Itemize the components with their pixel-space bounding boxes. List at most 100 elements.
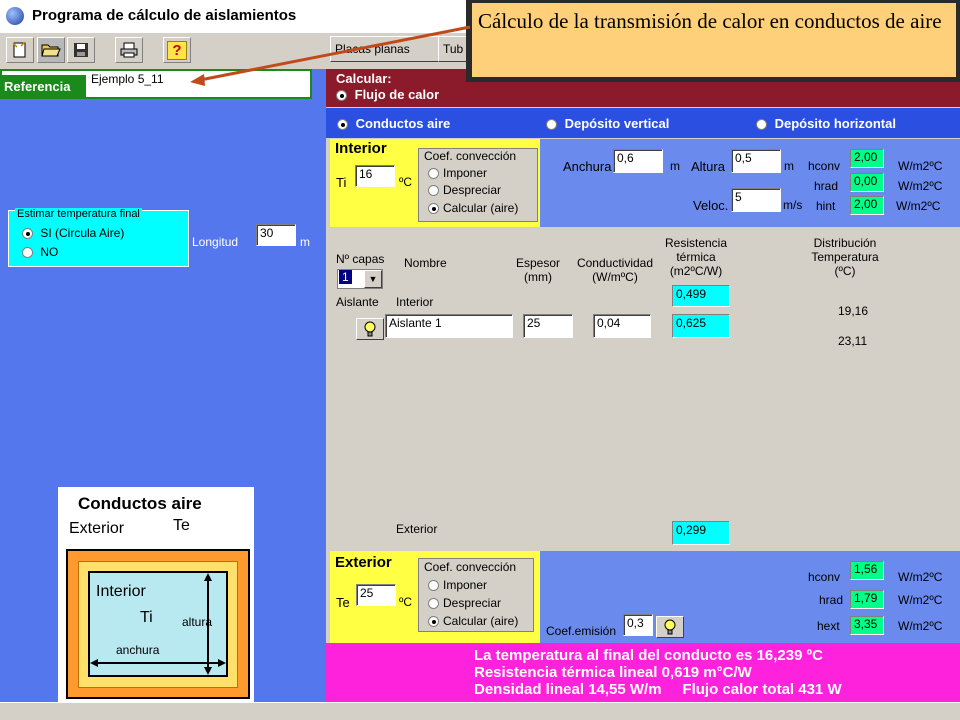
altura-input[interactable]: 0,5 — [731, 149, 781, 173]
layer1-espesor-input[interactable]: 25 — [523, 314, 573, 338]
resistencia-header-line3: (m2ºC/W) — [669, 264, 723, 278]
emision-lookup-button[interactable] — [656, 616, 684, 638]
longitud-input[interactable]: 30 — [256, 224, 296, 246]
interior-hrad-label: hrad — [814, 179, 839, 193]
interior-hconv-unit: W/m2ºC — [898, 159, 943, 173]
chevron-down-icon: ▼ — [364, 270, 382, 288]
help-button[interactable]: ? — [163, 37, 191, 63]
calcular-group: Calcular: Flujo de calor — [330, 71, 456, 105]
layer1-material-button[interactable] — [356, 318, 384, 340]
veloc-unit: m/s — [783, 198, 803, 212]
aislante-label: Aislante — [336, 295, 379, 309]
duct-diagram: Conductos aire Exterior Te Interior Ti a… — [58, 487, 254, 702]
exterior-hext-unit: W/m2ºC — [898, 619, 943, 633]
ncapas-select[interactable]: 1 ▼ — [337, 269, 383, 289]
anchura-input[interactable]: 0,6 — [613, 149, 663, 173]
interior-coef-imponer-radio[interactable]: Imponer — [428, 166, 487, 180]
layer1-conductividad-input[interactable]: 0,04 — [593, 314, 651, 338]
interior-hconv-label: hconv — [808, 159, 841, 173]
print-icon — [120, 42, 138, 58]
distribucion-header: Distribución Temperatura (ºC) — [800, 236, 890, 278]
exterior-coef-despreciar-label: Despreciar — [443, 596, 502, 610]
radio-unselected-icon — [22, 247, 33, 259]
exterior-hrad-unit: W/m2ºC — [898, 593, 943, 607]
new-file-button[interactable] — [6, 37, 34, 63]
lightbulb-icon — [364, 321, 376, 337]
radio-selected-icon — [428, 203, 439, 215]
radio-unselected-icon — [428, 580, 439, 592]
interior-coef-calcular-label: Calcular (aire) — [443, 201, 519, 215]
exterior-coef-despreciar-radio[interactable]: Despreciar — [428, 596, 501, 610]
print-button[interactable] — [115, 37, 143, 63]
app-icon — [6, 7, 24, 25]
radio-selected-icon — [337, 119, 348, 131]
emision-label: Coef.emisión — [546, 624, 617, 638]
veloc-label: Veloc. — [693, 198, 729, 213]
radio-selected-icon — [22, 228, 33, 240]
exterior-coef-calcular-label: Calcular (aire) — [443, 614, 519, 628]
window-title: Programa de cálculo de aislamientos — [32, 7, 297, 24]
interior-row-label: Interior — [396, 295, 434, 309]
save-button[interactable] — [67, 37, 95, 63]
veloc-input[interactable]: 5 — [731, 188, 781, 212]
espesor-header: Espesor (mm) — [512, 256, 564, 284]
estimar-no-radio[interactable]: NO — [22, 245, 58, 259]
exterior-te-input[interactable]: 25 — [356, 584, 396, 606]
radio-selected-icon — [336, 90, 347, 102]
radio-unselected-icon — [428, 185, 439, 197]
interior-ti-input[interactable]: 16 — [355, 165, 395, 187]
exterior-te-unit: ºC — [399, 595, 413, 609]
exterior-hrad-label: hrad — [819, 593, 844, 607]
ncapas-label: Nº capas — [336, 252, 385, 266]
resistencia-exterior-value: 0,299 — [672, 521, 730, 545]
calcular-flujo-radio[interactable]: Flujo de calor — [336, 87, 439, 102]
temp-t1-value: 19,16 — [838, 304, 869, 318]
radio-unselected-icon — [428, 168, 439, 180]
radio-unselected-icon — [756, 119, 767, 131]
conductividad-header-line1: Conductividad — [576, 256, 654, 270]
interior-coef-despreciar-radio[interactable]: Despreciar — [428, 183, 501, 197]
exterior-hconv-unit: W/m2ºC — [898, 570, 943, 584]
interior-hrad-value: 0,00 — [850, 173, 884, 192]
new-file-icon — [12, 41, 26, 58]
calcular-label: Calcular: — [336, 71, 392, 86]
callout-text: Cálculo de la transmisión de calor en co… — [472, 3, 956, 77]
exterior-hconv-value: 1,56 — [850, 561, 884, 580]
layer1-resistencia-value: 0,625 — [672, 314, 730, 338]
conductividad-header-line2: (W/mºC) — [592, 270, 638, 284]
estimar-si-radio[interactable]: SI (Circula Aire) — [22, 226, 124, 240]
geometry-conductos-radio[interactable]: Conductos aire — [337, 116, 450, 131]
distribucion-header-line2: Temperatura — [811, 250, 879, 264]
exterior-hrad-value: 1,79 — [850, 590, 884, 609]
radio-unselected-icon — [546, 119, 557, 131]
ncapas-value: 1 — [339, 270, 352, 284]
espesor-header-line2: (mm) — [524, 270, 552, 284]
exterior-coef-calcular-radio[interactable]: Calcular (aire) — [428, 614, 518, 628]
estimar-no-label: NO — [40, 245, 59, 259]
interior-hrad-unit: W/m2ºC — [898, 179, 943, 193]
longitud-label: Longitud — [192, 235, 239, 249]
emision-input[interactable]: 0,3 — [623, 614, 653, 636]
exterior-coef-title: Coef. convección — [424, 560, 517, 574]
result-temperatura-final: La temperatura al final del conducto es … — [474, 647, 823, 664]
layer1-name-input[interactable]: Aislante 1 — [385, 314, 513, 338]
geometry-vertical-radio[interactable]: Depósito vertical — [546, 116, 669, 131]
interior-coef-imponer-label: Imponer — [443, 166, 488, 180]
resistencia-header-line1: Resistencia — [664, 236, 728, 250]
geometry-horizontal-radio[interactable]: Depósito horizontal — [756, 116, 896, 131]
resistencia-interior-value: 0,499 — [672, 285, 730, 307]
referencia-input[interactable]: Ejemplo 5_11 — [88, 71, 306, 94]
radio-selected-icon — [428, 616, 439, 628]
exterior-hconv-label: hconv — [808, 570, 841, 584]
exterior-title: Exterior — [335, 554, 392, 571]
resistencia-header-line2: térmica — [676, 250, 716, 264]
open-button[interactable] — [37, 37, 65, 63]
altura-label: Altura — [691, 159, 725, 174]
interior-ti-unit: ºC — [399, 175, 413, 189]
estimar-title: Estimar temperatura final — [15, 208, 142, 220]
interior-coef-calcular-radio[interactable]: Calcular (aire) — [428, 201, 518, 215]
tab-placas-planas[interactable]: Placas planas — [330, 36, 447, 62]
exterior-coef-imponer-radio[interactable]: Imponer — [428, 578, 487, 592]
interior-coef-title: Coef. convección — [424, 149, 517, 163]
radio-unselected-icon — [428, 598, 439, 610]
